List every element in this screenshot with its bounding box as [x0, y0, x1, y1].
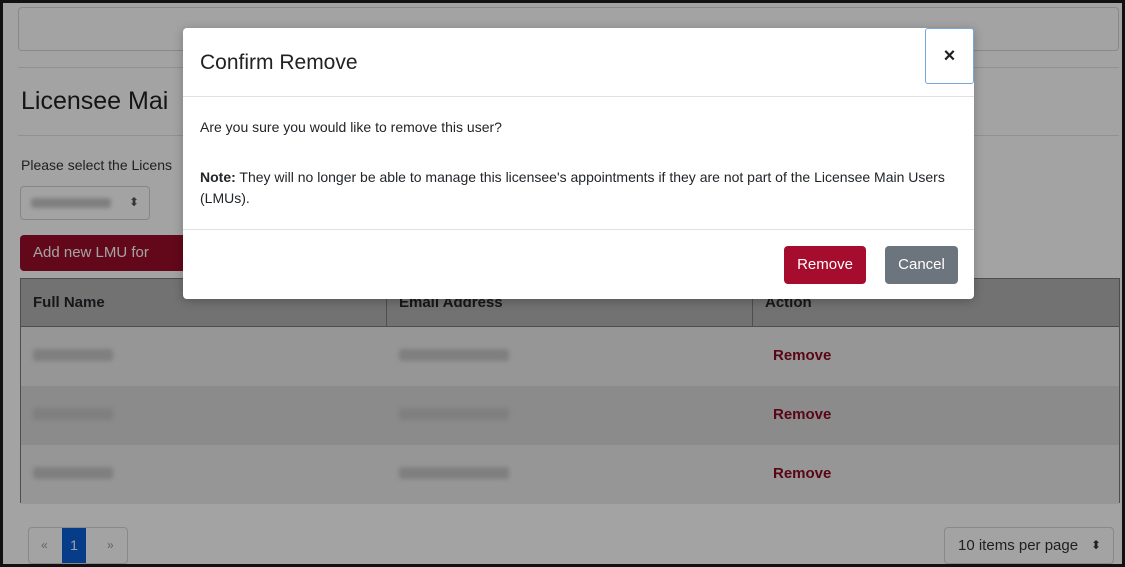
remove-button[interactable]: Remove — [784, 246, 866, 284]
note-label: Note: — [200, 169, 236, 185]
app-frame: Licensee Mai Please select the Licens ⬍ … — [0, 0, 1125, 567]
modal-footer: Remove Cancel — [183, 229, 974, 299]
note-text: Note: They will no longer be able to man… — [200, 167, 960, 209]
close-icon[interactable]: × — [925, 28, 974, 84]
confirm-remove-modal: Confirm Remove × Are you sure you would … — [183, 28, 974, 299]
modal-title: Confirm Remove — [200, 51, 358, 74]
note-body: They will no longer be able to manage th… — [200, 169, 945, 206]
modal-header: Confirm Remove × — [183, 28, 974, 97]
confirm-question: Are you sure you would like to remove th… — [200, 119, 502, 135]
cancel-button[interactable]: Cancel — [885, 246, 958, 284]
